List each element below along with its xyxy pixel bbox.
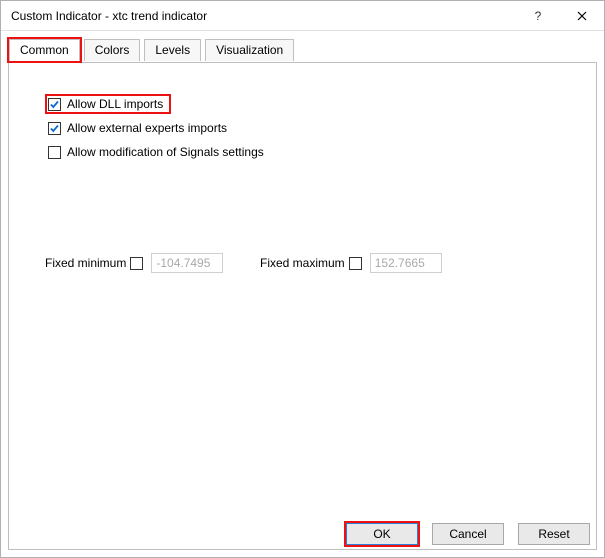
checkbox-allow-dll[interactable] — [48, 98, 61, 111]
checkbox-fixed-max[interactable] — [349, 257, 362, 270]
fixed-max-input[interactable] — [370, 253, 442, 273]
checkbox-label-ext: Allow external experts imports — [67, 121, 227, 135]
checkbox-label-dll: Allow DLL imports — [67, 97, 163, 111]
tabs-row: Common Colors Levels Visualization — [1, 31, 604, 63]
window-title: Custom Indicator - xtc trend indicator — [11, 9, 516, 23]
check-icon — [49, 123, 60, 134]
check-row-ext: Allow external experts imports — [45, 117, 560, 139]
tab-common[interactable]: Common — [9, 39, 80, 61]
fixed-min-label: Fixed minimum — [45, 256, 126, 270]
cancel-button[interactable]: Cancel — [432, 523, 504, 545]
tab-panel-common: Allow DLL imports Allow external experts… — [8, 63, 597, 550]
minmax-row: Fixed minimum Fixed maximum — [45, 253, 560, 273]
checkbox-fixed-min[interactable] — [130, 257, 143, 270]
close-icon — [577, 11, 587, 21]
tab-levels[interactable]: Levels — [144, 39, 201, 61]
checkbox-allow-external[interactable] — [48, 122, 61, 135]
reset-button[interactable]: Reset — [518, 523, 590, 545]
checkbox-label-sig: Allow modification of Signals settings — [67, 145, 264, 159]
check-icon — [49, 99, 60, 110]
tab-visualization[interactable]: Visualization — [205, 39, 294, 61]
fixed-min-group: Fixed minimum — [45, 253, 260, 273]
check-row-sig: Allow modification of Signals settings — [45, 141, 560, 163]
dialog-footer: OK Cancel Reset — [344, 521, 592, 547]
fixed-max-group: Fixed maximum — [260, 253, 442, 273]
checkbox-allow-signals[interactable] — [48, 146, 61, 159]
fixed-max-label: Fixed maximum — [260, 256, 345, 270]
close-button[interactable] — [560, 1, 604, 31]
titlebar: Custom Indicator - xtc trend indicator ? — [1, 1, 604, 31]
tab-colors[interactable]: Colors — [84, 39, 141, 61]
help-button[interactable]: ? — [516, 1, 560, 31]
dialog-window: Custom Indicator - xtc trend indicator ?… — [0, 0, 605, 558]
ok-button[interactable]: OK — [346, 523, 418, 545]
fixed-min-input[interactable] — [151, 253, 223, 273]
check-row-dll: Allow DLL imports — [45, 93, 560, 115]
